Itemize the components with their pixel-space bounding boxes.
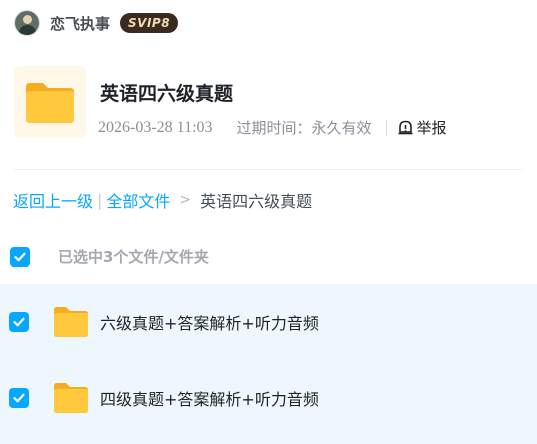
report-label: 举报 [416,119,447,137]
selection-summary: 已选中3个文件/文件夹 [58,248,209,266]
chevron-right-icon: > [179,192,192,208]
share-title: 英语四六级真题 [100,83,234,105]
file-name[interactable]: 四级真题+答案解析+听力音频 [100,386,319,410]
check-icon [13,393,25,403]
vip-badge: SVIP8 [120,13,179,33]
list-item[interactable]: 六级真题+答案解析+听力音频 [0,284,537,360]
avatar[interactable] [14,10,40,36]
folder-icon [54,383,88,413]
breadcrumb-separator: | [97,190,103,210]
meta-divider [385,119,387,136]
username[interactable]: 恋飞执事 [50,13,110,34]
all-files-link[interactable]: 全部文件 [106,188,170,212]
breadcrumb: 返回上一级 | 全部文件 > 英语四六级真题 [13,188,312,212]
share-expire-text: 过期时间：永久有效 [236,119,372,137]
folder-icon [54,307,88,337]
user-info: 恋飞执事 SVIP8 [14,9,179,37]
file-checkbox[interactable] [9,388,29,408]
report-button[interactable]: 举报 [397,117,447,138]
check-icon [14,252,26,261]
report-icon [398,120,413,135]
folder-icon [14,66,86,138]
file-name[interactable]: 六级真题+答案解析+听力音频 [100,310,319,334]
divider [14,169,523,170]
list-item[interactable]: 四级真题+答案解析+听力音频 [0,360,537,436]
back-link[interactable]: 返回上一级 [13,188,93,212]
breadcrumb-current: 英语四六级真题 [200,192,313,211]
file-list: 六级真题+答案解析+听力音频 四级真题+答案解析+听力音频 [0,284,537,444]
check-icon [13,317,25,327]
share-created-time: 2026-03-28 11:03 [98,118,213,136]
select-all-row: 已选中3个文件/文件夹 [10,246,209,267]
file-checkbox[interactable] [9,312,29,332]
select-all-checkbox[interactable] [10,246,30,267]
share-meta: 2026-03-28 11:03 过期时间：永久有效 举报 [98,117,447,138]
